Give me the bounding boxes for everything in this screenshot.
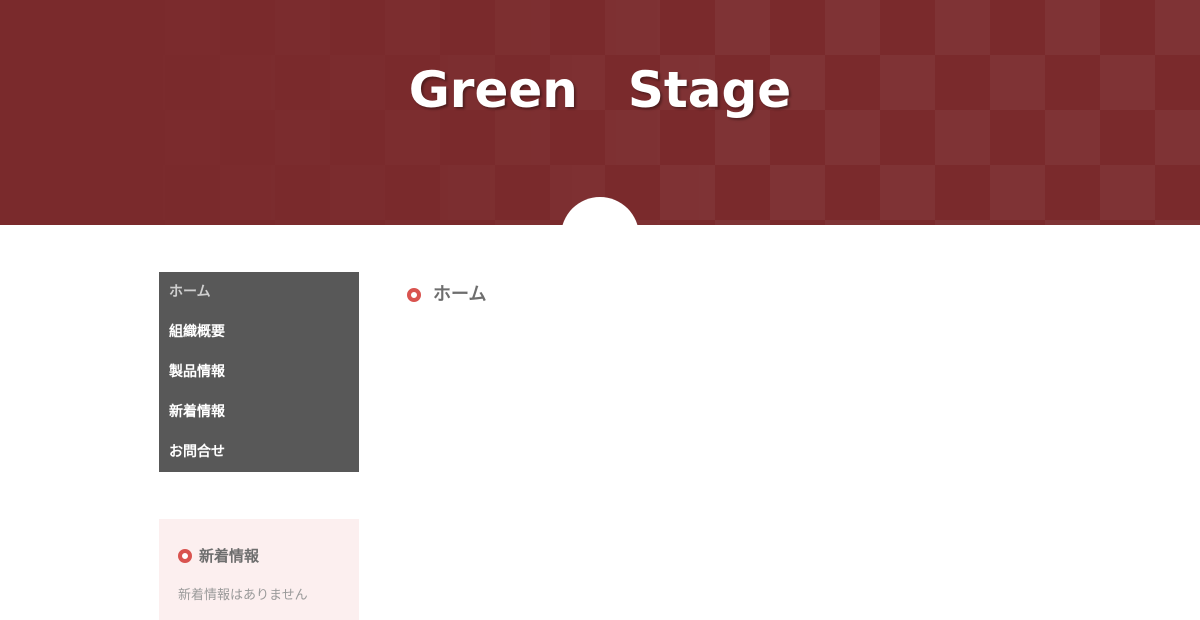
nav-item-company[interactable]: 組織概要 (159, 312, 359, 352)
news-widget: 新着情報 新着情報はありません (159, 519, 359, 620)
nav-item-home[interactable]: ホーム (159, 272, 359, 312)
page-title-text: ホーム (433, 284, 487, 305)
news-widget-title-text: 新着情報 (199, 547, 260, 565)
nav-item-contact[interactable]: お問合せ (159, 432, 359, 472)
sidebar-nav: ホーム 組織概要 製品情報 新着情報 お問合せ (159, 272, 359, 472)
page-title: ホーム (407, 282, 486, 308)
news-widget-title: 新着情報 (178, 545, 259, 567)
site-title[interactable]: Green Stage (0, 50, 1200, 122)
nav-item-news[interactable]: 新着情報 (159, 392, 359, 432)
ring-icon (178, 549, 192, 563)
news-empty-text: 新着情報はありません (178, 588, 308, 603)
nav-item-products[interactable]: 製品情報 (159, 352, 359, 392)
ring-icon (407, 288, 421, 302)
site-header: Green Stage (0, 0, 1200, 225)
